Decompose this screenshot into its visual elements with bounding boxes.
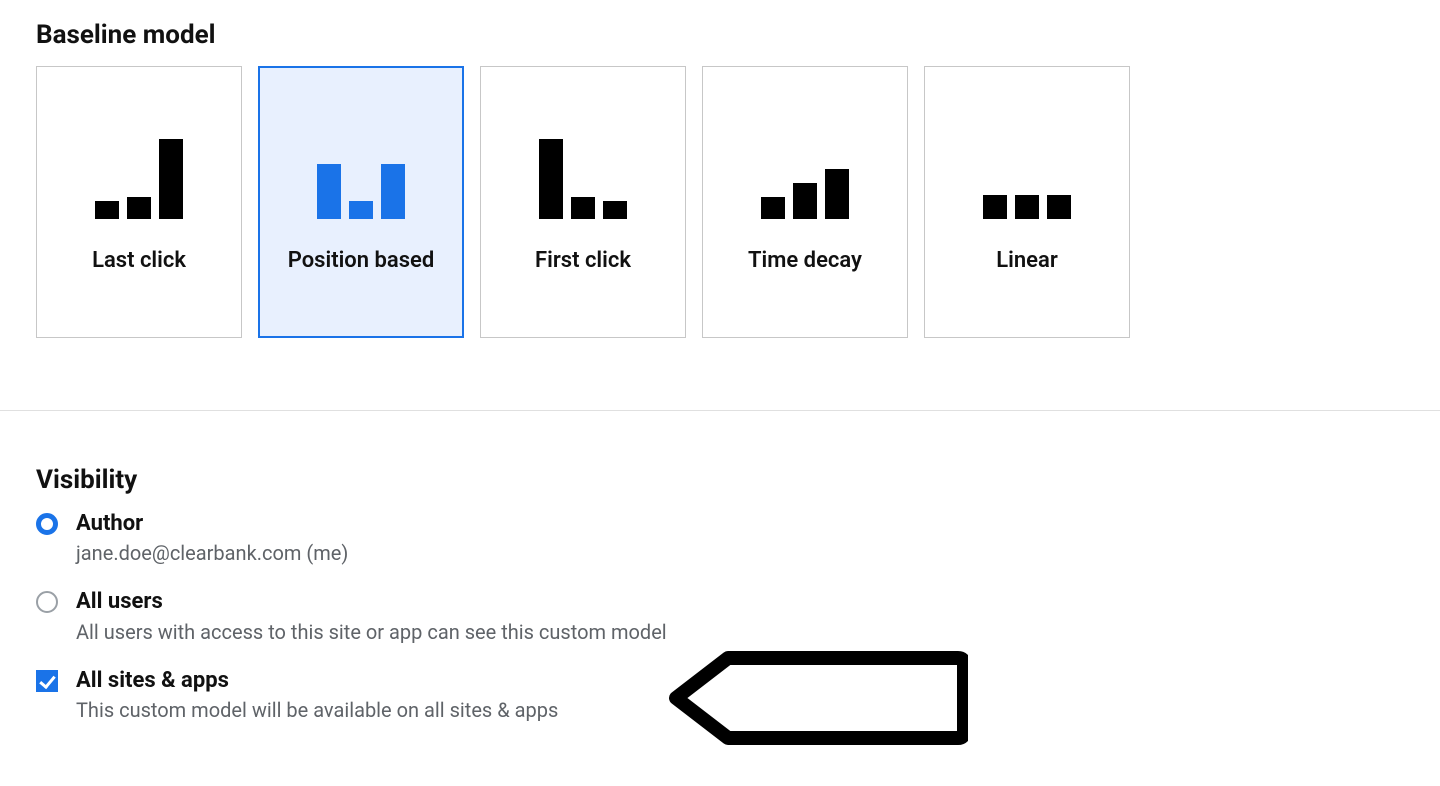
- model-card-linear[interactable]: Linear: [924, 66, 1130, 338]
- visibility-heading: Visibility: [36, 465, 1404, 495]
- visibility-option-desc: This custom model will be available on a…: [76, 698, 558, 722]
- baseline-model-cards: Last click Position based First click: [36, 66, 1404, 338]
- visibility-option-label: All users: [76, 589, 667, 615]
- model-card-label: First click: [535, 247, 631, 276]
- visibility-option-desc: All users with access to this site or ap…: [76, 620, 667, 644]
- visibility-option-label: All sites & apps: [76, 668, 558, 694]
- baseline-model-heading: Baseline model: [36, 20, 1404, 50]
- model-card-last-click[interactable]: Last click: [36, 66, 242, 338]
- radio-author[interactable]: [36, 513, 58, 535]
- model-card-label: Time decay: [748, 247, 862, 276]
- bars-icon: [967, 119, 1087, 219]
- bars-icon: [745, 119, 865, 219]
- model-card-time-decay[interactable]: Time decay: [702, 66, 908, 338]
- model-card-label: Position based: [288, 247, 435, 276]
- bars-icon: [79, 119, 199, 219]
- bars-icon: [523, 119, 643, 219]
- visibility-option-author: Author jane.doe@clearbank.com (me): [36, 511, 1404, 565]
- visibility-option-desc: jane.doe@clearbank.com (me): [76, 541, 348, 565]
- bars-icon: [301, 119, 421, 219]
- visibility-option-all-users: All users All users with access to this …: [36, 589, 1404, 643]
- section-divider: [0, 410, 1440, 411]
- model-card-label: Last click: [92, 247, 186, 276]
- visibility-option-label: Author: [76, 511, 348, 537]
- model-card-position-based[interactable]: Position based: [258, 66, 464, 338]
- model-card-label: Linear: [996, 247, 1057, 276]
- checkbox-all-sites[interactable]: [36, 670, 58, 692]
- arrow-left-icon: [668, 648, 968, 748]
- model-card-first-click[interactable]: First click: [480, 66, 686, 338]
- radio-all-users[interactable]: [36, 591, 58, 613]
